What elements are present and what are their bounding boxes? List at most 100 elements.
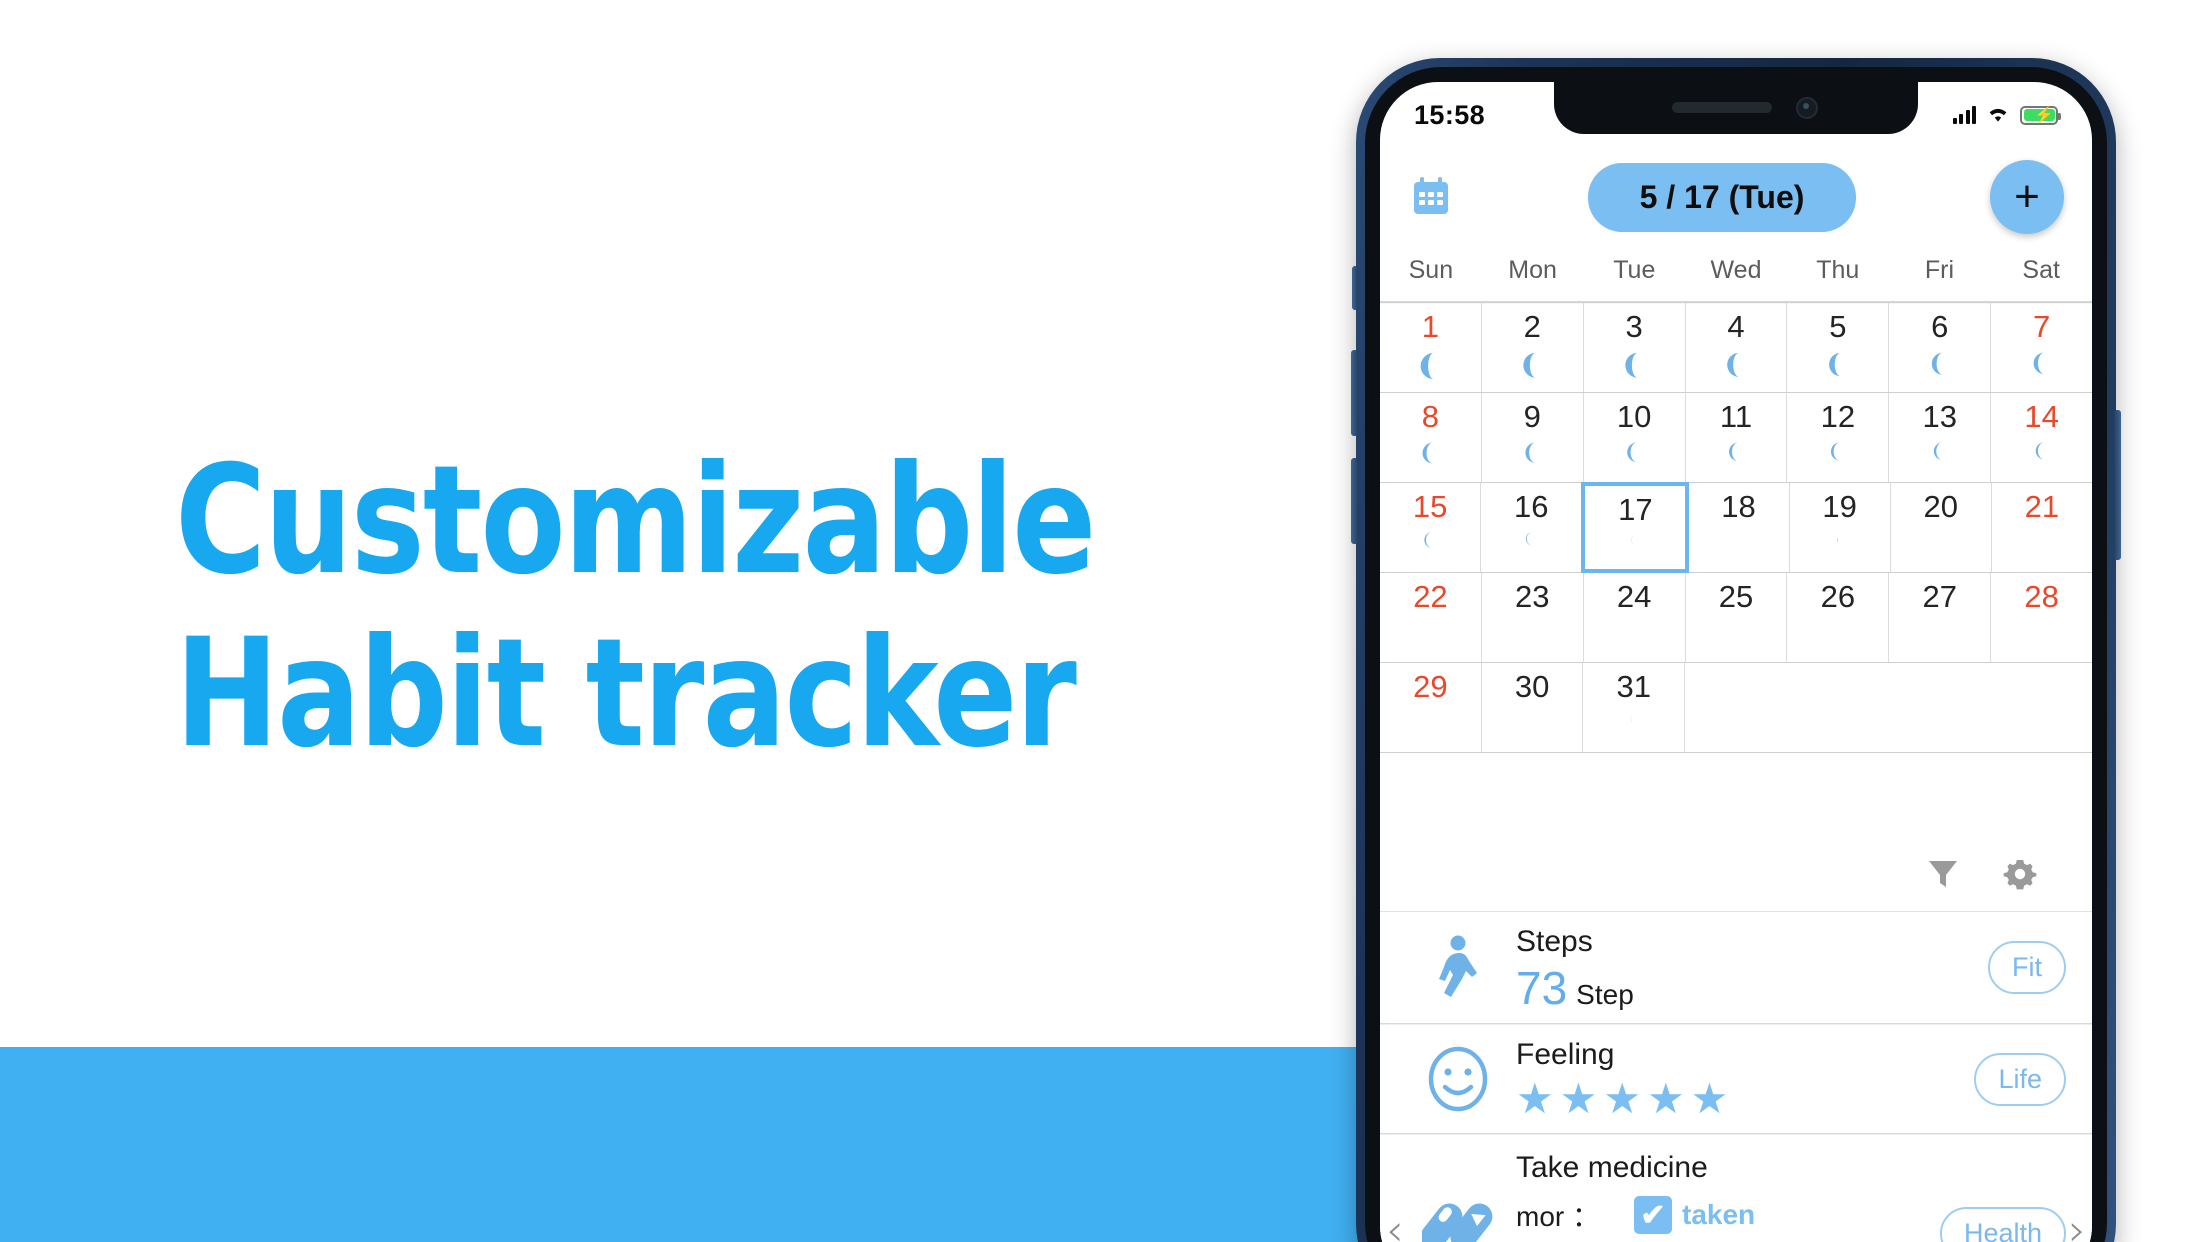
calendar-day-11[interactable]: 11: [1686, 393, 1788, 482]
calendar-week-row: 1 2 3 4 5 6 7: [1380, 303, 2092, 393]
calendar-day-19[interactable]: 19: [1790, 483, 1891, 572]
date-selector[interactable]: 5 / 17 (Tue): [1587, 162, 1857, 232]
calendar-day-number: 7: [2032, 309, 2051, 344]
calendar-day-6[interactable]: 6: [1889, 303, 1992, 392]
calendar-day-23[interactable]: 23: [1482, 573, 1584, 662]
smiley-face-icon: [1406, 1045, 1510, 1113]
habit-title: Steps: [1516, 924, 1593, 958]
calendar-day-10[interactable]: 10: [1584, 393, 1686, 482]
calendar-day-number: 4: [1727, 309, 1745, 344]
calendar-day-22[interactable]: 22: [1380, 573, 1482, 662]
star-icon[interactable]: ★: [1647, 1078, 1685, 1120]
habit-body: Feeling ★ ★ ★ ★ ★: [1510, 1038, 1974, 1120]
calendar-day-29[interactable]: 29: [1380, 663, 1482, 752]
habit-body: Take medicinemor ：✔takennoon ：✔takennigh…: [1510, 1151, 1940, 1242]
calendar-day-number: 25: [1718, 579, 1754, 614]
calendar-day-16[interactable]: 16: [1481, 483, 1583, 572]
weekday-label-thu: Thu: [1816, 256, 1860, 284]
calendar-day-14[interactable]: 14: [1991, 393, 2092, 482]
calendar-day-empty: [1889, 663, 1991, 752]
star-icon[interactable]: ★: [1560, 1078, 1598, 1120]
calendar-day-empty: [1990, 663, 2092, 752]
gear-icon[interactable]: [2002, 856, 2038, 897]
medicine-state-label: taken: [1682, 1199, 1756, 1230]
calendar-day-number: 31: [1616, 669, 1652, 704]
habit-category-tag[interactable]: Health: [1939, 1207, 2066, 1242]
calendar-day-25[interactable]: 25: [1686, 573, 1788, 662]
calendar-day-12[interactable]: 12: [1787, 393, 1890, 482]
filter-icon[interactable]: [1926, 857, 1960, 896]
calendar-day-26[interactable]: 26: [1787, 573, 1890, 662]
habit-row-feeling[interactable]: Feeling ★ ★ ★ ★ ★ Life: [1380, 1024, 2092, 1134]
calendar-icon[interactable]: [1408, 174, 1454, 220]
star-icon[interactable]: ★: [1603, 1078, 1641, 1120]
chevron-right-icon[interactable]: ›: [2068, 1209, 2086, 1242]
calendar-grid[interactable]: 1 2 3 4 5 6 7 8 9 10 11 12 13 14 15 16 17 18 19 20 21 22 23 24 2…: [1380, 302, 2092, 753]
calendar-week-row: 29 30 31: [1380, 663, 2092, 753]
calendar-day-7[interactable]: 7: [1991, 303, 2092, 392]
volume-down-button[interactable]: [1351, 458, 1358, 544]
habit-category-tag[interactable]: Fit: [1988, 941, 2066, 994]
habit-category-tag[interactable]: Life: [1974, 1052, 2066, 1106]
habit-value-number: 73: [1516, 961, 1568, 1014]
calendar-day-number: 1: [1421, 309, 1440, 344]
medicine-time-label: mor ：: [1516, 1201, 1601, 1232]
calendar-day-20[interactable]: 20: [1891, 483, 1992, 572]
star-icon[interactable]: ★: [1691, 1078, 1729, 1120]
medicine-entry: mor ： ✔ taken: [1516, 1195, 1940, 1235]
power-button[interactable]: [2114, 410, 2121, 560]
calendar-day-9[interactable]: 9: [1482, 393, 1584, 482]
calendar-day-24[interactable]: 24: [1584, 573, 1686, 662]
moon-phase-icon: [2029, 351, 2054, 381]
calendar-day-number: 10: [1616, 399, 1652, 434]
calendar-day-3[interactable]: 3: [1584, 303, 1686, 392]
calendar-week-row: 22 23 24 25 26 27 28: [1380, 573, 2092, 663]
moon-phase-icon: [1629, 534, 1642, 552]
promo-panel: Customizable Habit tracker: [0, 0, 1360, 1242]
headline-line-1: Customizable: [175, 434, 1096, 608]
add-habit-button[interactable]: +: [1990, 160, 2064, 234]
calendar-day-number: 16: [1513, 489, 1549, 524]
calendar-day-1[interactable]: 1: [1380, 303, 1482, 392]
calendar-day-number: 24: [1616, 579, 1652, 614]
status-bar-time: 15:58: [1414, 99, 1486, 130]
calendar-day-5[interactable]: 5: [1787, 303, 1890, 392]
phone-mockup: 15:58 ⚡ 5 / 17 (Tue) + Sun Mon Tue Wed T…: [1351, 58, 2121, 1242]
calendar-day-2[interactable]: 2: [1482, 303, 1584, 392]
habit-list[interactable]: Steps 73 Step Fit Feeling ★ ★ ★ ★ ★ Life ‹ Take medi…: [1380, 912, 2092, 1242]
calendar-day-8[interactable]: 8: [1380, 393, 1482, 482]
star-rating[interactable]: ★ ★ ★ ★ ★: [1516, 1078, 1974, 1120]
mute-switch[interactable]: [1352, 266, 1358, 310]
calendar-day-number: 9: [1523, 399, 1541, 434]
volume-up-button[interactable]: [1351, 350, 1358, 436]
star-icon[interactable]: ★: [1516, 1078, 1554, 1120]
habit-row-steps[interactable]: Steps 73 Step Fit: [1380, 912, 2092, 1024]
calendar-day-17[interactable]: 17: [1581, 482, 1690, 573]
moon-phase-icon: [1418, 441, 1442, 470]
moon-phase-icon: [1930, 441, 1950, 466]
calendar-day-4[interactable]: 4: [1686, 303, 1788, 392]
page-title: Customizable Habit tracker: [175, 435, 1205, 780]
calendar-day-27[interactable]: 27: [1889, 573, 1992, 662]
medicine-checkbox[interactable]: ✔: [1634, 1196, 1672, 1234]
calendar-day-number: 23: [1515, 579, 1550, 614]
calendar-day-31[interactable]: 31: [1583, 663, 1686, 752]
pills-icon: [1406, 1151, 1510, 1242]
chevron-left-icon[interactable]: ‹: [1386, 1209, 1404, 1242]
calendar-day-13[interactable]: 13: [1889, 393, 1992, 482]
wifi-icon: [1986, 106, 2010, 124]
calendar-day-15[interactable]: 15: [1380, 483, 1482, 572]
medicine-entries: mor ：✔takennoon ：✔takennight ：not: [1516, 1195, 1940, 1242]
calendar-day-empty: [1685, 663, 1787, 752]
calendar-day-number: 2: [1523, 309, 1541, 344]
calendar-day-number: 20: [1923, 489, 1959, 524]
calendar-day-18[interactable]: 18: [1688, 483, 1790, 572]
moon-phase-icon: [1623, 441, 1646, 469]
calendar-day-28[interactable]: 28: [1991, 573, 2092, 662]
calendar-day-number: 29: [1413, 669, 1448, 704]
calendar-day-number: 8: [1421, 399, 1440, 434]
calendar-day-21[interactable]: 21: [1992, 483, 2092, 572]
calendar-day-30[interactable]: 30: [1482, 663, 1584, 752]
habit-row-medicine[interactable]: ‹Take medicinemor ：✔takennoon ：✔takennig…: [1380, 1134, 2092, 1242]
habit-title: Feeling: [1516, 1038, 1615, 1071]
